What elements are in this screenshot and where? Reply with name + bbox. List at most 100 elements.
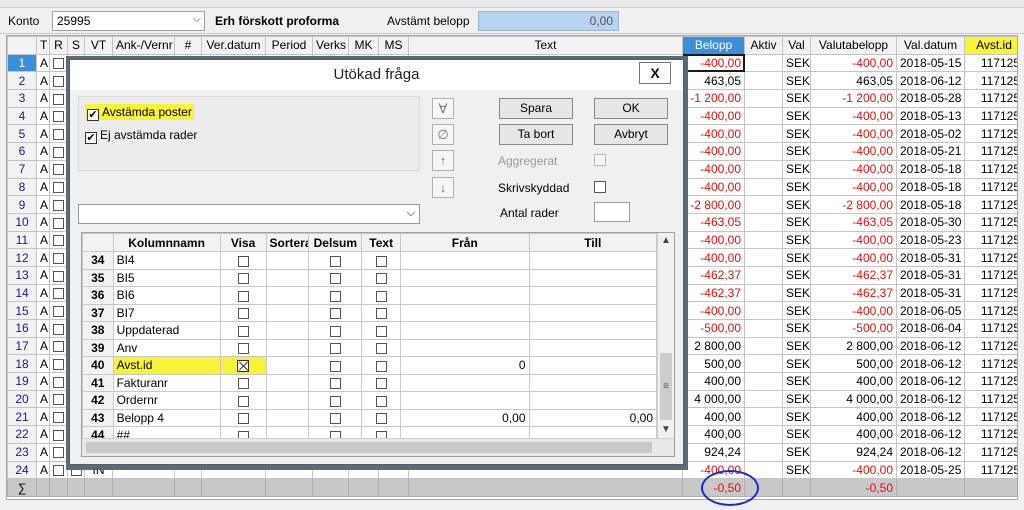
active-cell[interactable]	[744, 177, 783, 197]
column-header-5[interactable]: #	[174, 36, 202, 55]
r-checkbox[interactable]	[49, 425, 68, 444]
r-checkbox[interactable]	[49, 142, 68, 161]
currency-date-cell[interactable]: 2018-06-04	[896, 319, 965, 338]
subtotal-cell[interactable]	[308, 338, 363, 357]
settings-header-2[interactable]: Visa	[219, 233, 267, 252]
checkbox-unreconciled[interactable]: ✔	[85, 132, 97, 144]
amount-cell[interactable]: -462,37	[682, 265, 745, 285]
currency-amount-cell[interactable]: -1 200,00	[810, 89, 897, 108]
text-checkbox[interactable]	[375, 360, 387, 372]
currency-amount-cell[interactable]: 4 000,00	[810, 389, 897, 409]
row-checkbox[interactable]	[53, 76, 64, 88]
subtotal-cell[interactable]	[308, 373, 363, 392]
currency-amount-cell[interactable]: 500,00	[810, 354, 897, 374]
amount-cell[interactable]: -400,00	[682, 159, 745, 179]
type-cell[interactable]: A	[36, 142, 50, 161]
amount-cell[interactable]: -400,00	[682, 124, 745, 144]
column-header-9[interactable]: MK	[348, 36, 379, 55]
settings-header-1[interactable]: Kolumnnamn	[112, 233, 221, 252]
text-cell[interactable]	[361, 408, 402, 427]
amount-cell[interactable]: -462,37	[682, 283, 745, 303]
currency-date-cell[interactable]: 2018-06-12	[896, 372, 965, 391]
currency-amount-cell[interactable]: -400,00	[810, 460, 897, 480]
r-checkbox[interactable]	[49, 212, 68, 232]
type-cell[interactable]: A	[36, 159, 50, 179]
r-checkbox[interactable]	[49, 195, 68, 214]
active-cell[interactable]	[744, 389, 783, 409]
subtotal-cell[interactable]	[308, 391, 363, 410]
to-cell[interactable]	[528, 268, 658, 287]
text-cell[interactable]	[361, 356, 402, 375]
show-checkbox[interactable]	[237, 378, 249, 390]
column-header-8[interactable]: Verks	[312, 36, 349, 55]
subtotal-checkbox[interactable]	[329, 343, 341, 355]
row-checkbox[interactable]	[53, 199, 64, 211]
to-cell[interactable]	[528, 356, 658, 375]
currency-cell[interactable]: SEK	[782, 301, 811, 320]
amount-cell[interactable]: 463,05	[682, 71, 745, 91]
text-checkbox[interactable]	[375, 325, 387, 337]
r-checkbox[interactable]	[49, 71, 68, 91]
row-number[interactable]: 5	[7, 124, 37, 144]
scroll-up-icon[interactable]: ▲	[658, 233, 674, 249]
type-cell[interactable]: A	[36, 71, 50, 91]
type-cell[interactable]: A	[36, 106, 50, 126]
currency-amount-cell[interactable]: 400,00	[810, 425, 897, 444]
show-cell[interactable]	[219, 356, 267, 375]
row-number[interactable]: 20	[7, 389, 37, 409]
type-cell[interactable]: A	[36, 53, 50, 73]
subtotal-cell[interactable]	[308, 321, 363, 340]
row-number[interactable]: 8	[7, 177, 37, 197]
text-checkbox[interactable]	[375, 290, 387, 302]
currency-date-cell[interactable]: 2018-05-18	[896, 177, 965, 197]
column-header-10[interactable]: MS	[378, 36, 409, 55]
currency-amount-cell[interactable]: -400,00	[810, 53, 897, 73]
currency-amount-cell[interactable]: -2 800,00	[810, 195, 897, 214]
row-checkbox[interactable]	[53, 146, 64, 158]
type-cell[interactable]: A	[36, 442, 50, 462]
text-cell[interactable]	[361, 286, 402, 305]
currency-date-cell[interactable]: 2018-05-31	[896, 265, 965, 285]
amount-cell[interactable]: -500,00	[682, 319, 745, 338]
currency-cell[interactable]: SEK	[782, 336, 811, 356]
settings-header-4[interactable]: Delsum	[308, 233, 363, 252]
row-number[interactable]: 6	[7, 142, 37, 161]
currency-cell[interactable]: SEK	[782, 71, 811, 91]
currency-date-cell[interactable]: 2018-05-23	[896, 230, 965, 250]
row-checkbox[interactable]	[53, 341, 64, 353]
column-header-16[interactable]: Val.datum	[896, 36, 965, 55]
active-cell[interactable]	[744, 265, 783, 285]
active-cell[interactable]	[744, 159, 783, 179]
sort-cell[interactable]	[265, 286, 310, 305]
type-cell[interactable]: A	[36, 265, 50, 285]
reconciliation-id-cell[interactable]: 117125	[964, 425, 1017, 444]
active-cell[interactable]	[744, 248, 783, 267]
row-number[interactable]: 21	[7, 407, 37, 427]
show-checkbox[interactable]	[237, 290, 249, 302]
aggregated-checkbox[interactable]	[594, 154, 606, 166]
reconciliation-id-cell[interactable]: 117125	[964, 442, 1017, 462]
column-header-12[interactable]: Belopp	[682, 36, 745, 55]
row-checkbox[interactable]	[53, 394, 64, 406]
reconciliation-id-cell[interactable]: 117125	[964, 71, 1017, 91]
currency-date-cell[interactable]: 2018-06-12	[896, 389, 965, 409]
currency-cell[interactable]: SEK	[782, 230, 811, 250]
r-checkbox[interactable]	[49, 106, 68, 126]
active-cell[interactable]	[744, 301, 783, 320]
show-checkbox[interactable]	[237, 360, 250, 373]
currency-amount-cell[interactable]: 2 800,00	[810, 336, 897, 356]
currency-cell[interactable]: SEK	[782, 372, 811, 391]
row-number[interactable]: 9	[7, 195, 37, 214]
column-header-17[interactable]: Avst.id	[964, 36, 1017, 55]
show-cell[interactable]	[219, 303, 267, 322]
reconciliation-id-cell[interactable]: 117125	[964, 407, 1017, 427]
settings-row[interactable]: 40 Avst.id 0	[82, 356, 658, 375]
amount-cell[interactable]: -463,05	[682, 212, 745, 232]
text-cell[interactable]	[361, 338, 402, 357]
row-index[interactable]: 36	[82, 286, 114, 305]
reconciliation-id-cell[interactable]: 117125	[964, 177, 1017, 197]
reconciliation-id-cell[interactable]: 117125	[964, 389, 1017, 409]
amount-cell[interactable]: 924,24	[682, 442, 745, 462]
r-checkbox[interactable]	[49, 354, 68, 374]
column-name[interactable]: BI4	[112, 251, 221, 270]
